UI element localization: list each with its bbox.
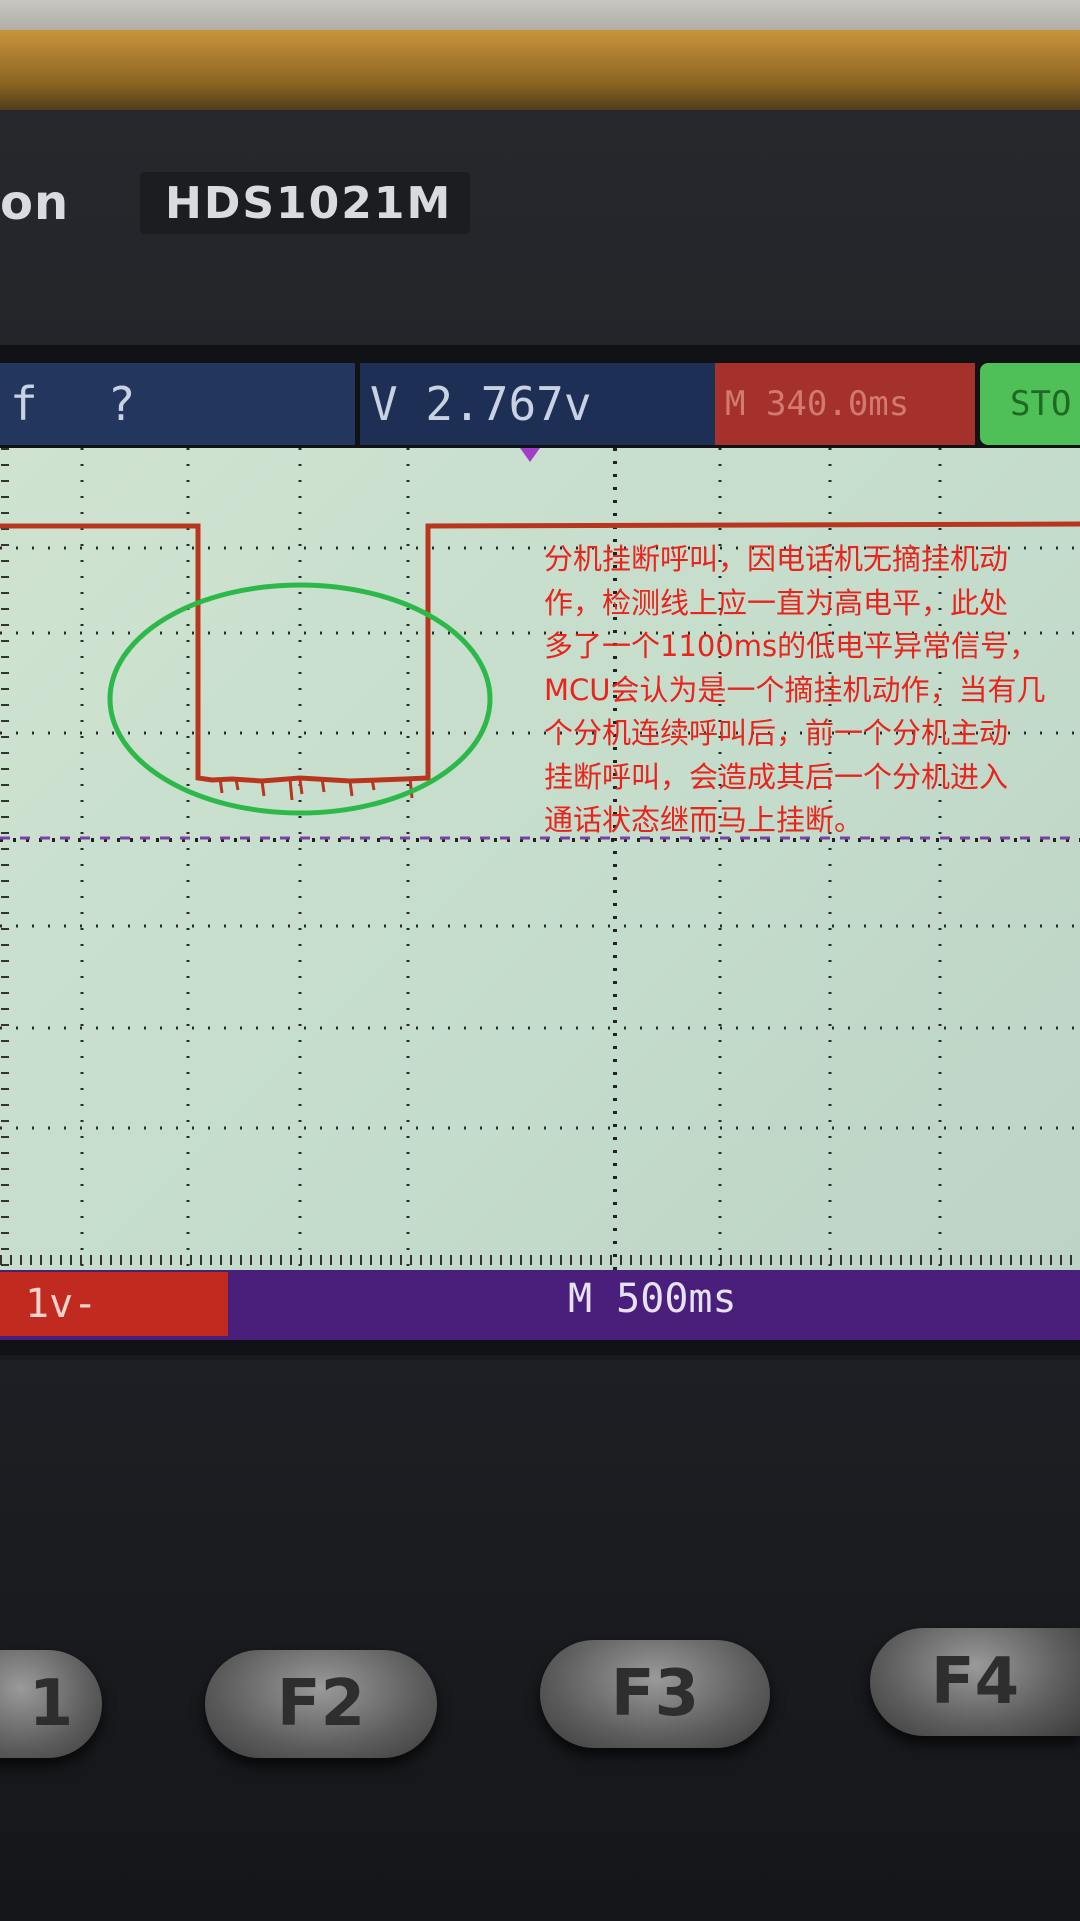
frequency-value: ?: [107, 377, 136, 431]
channel-scale-badge: 1v-: [0, 1272, 228, 1336]
channel-scale-value: 1v-: [25, 1281, 98, 1327]
annotation-line: 分机挂断呼叫，因电话机无摘挂机动: [544, 542, 1009, 576]
f2-button-label: F2: [276, 1667, 366, 1741]
f2-button[interactable]: F2: [205, 1650, 437, 1758]
voltage-readout: V 2.767v: [360, 363, 715, 445]
f4-button[interactable]: F4: [870, 1628, 1080, 1736]
frequency-label: f: [10, 377, 38, 431]
trigger-marker: [520, 448, 540, 462]
device-top-edge: [0, 30, 1080, 120]
model-label: HDS1021M: [165, 178, 453, 229]
cursor-time-value: M 340.0ms: [725, 384, 910, 424]
run-state-badge: STO: [980, 363, 1080, 445]
annotation-line: 个分机连续呼叫后，前一个分机主动: [544, 716, 1009, 750]
f3-button-label: F3: [610, 1657, 700, 1731]
annotation-line: 作，检测线上应一直为高电平，此处: [544, 585, 1009, 620]
run-state-label: STO: [1010, 384, 1072, 424]
annotation-line: MCU会认为是一个摘挂机动作，当有几: [544, 672, 1046, 707]
timebase-readout: M 500ms: [568, 1276, 737, 1322]
brand-logo-fragment: on: [0, 175, 70, 231]
annotation-line: 通话状态继而马上挂断。: [544, 803, 864, 837]
photo-scene: on HDS1021M f ? V 2.767v M 340.0ms STO 分…: [0, 0, 1080, 1921]
annotation-line: 挂断呼叫，会造成其后一个分机进入: [544, 759, 1009, 794]
voltage-value: V 2.767v: [370, 377, 592, 431]
f3-button[interactable]: F3: [540, 1640, 770, 1748]
f1-button-label: 1: [28, 1667, 74, 1741]
f4-button-label: F4: [930, 1645, 1020, 1719]
annotation-line: 多了一个1100ms的低电平异常信号，: [544, 629, 1039, 663]
annotation-text: 分机挂断呼叫，因电话机无摘挂机动 作，检测线上应一直为高电平，此处 多了一个11…: [544, 538, 1064, 843]
frequency-readout: f ?: [0, 363, 355, 445]
cursor-time-readout: M 340.0ms: [715, 363, 975, 445]
